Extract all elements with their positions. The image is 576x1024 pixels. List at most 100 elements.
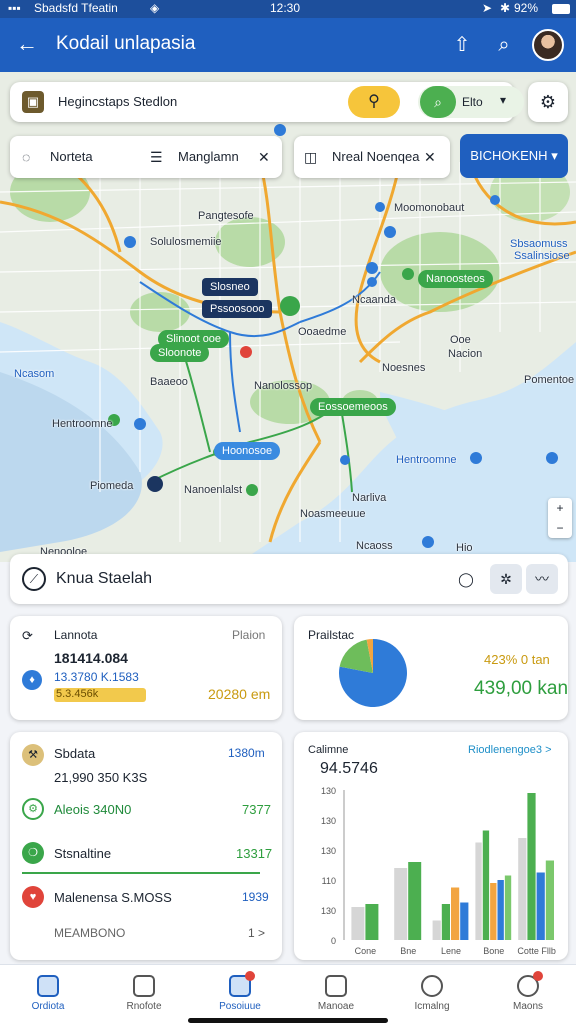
nav-positions[interactable]: Posoiuue	[192, 971, 288, 1019]
map-label: Ncaoss	[356, 540, 393, 552]
x-tick-label: Bne	[400, 946, 416, 956]
bar	[482, 830, 490, 940]
map-label: Hio	[456, 542, 473, 554]
nav-tracking[interactable]: Icmalng	[384, 971, 480, 1019]
stats-value-4: 20280 em	[208, 686, 271, 702]
bar	[545, 860, 554, 940]
back-arrow-icon[interactable]: ←	[12, 30, 42, 60]
list-item-value: 7377	[242, 802, 271, 817]
y-tick-label: 110	[322, 876, 336, 886]
map-label: Noasmeeuue	[300, 508, 366, 520]
chip-manglamn[interactable]: Manglamn	[178, 149, 239, 164]
notification-dot	[533, 971, 543, 981]
map-label: Hentroomne	[52, 418, 113, 430]
chip-nreal[interactable]: ◫ Nreal Noenqea ✕	[294, 136, 450, 178]
leaf-icon: ❍	[22, 842, 44, 864]
bar	[394, 868, 408, 940]
chip-group: ◌ Norteta ☰ Manglamn ✕	[10, 136, 282, 178]
nav-messages[interactable]: Maons	[480, 971, 576, 1019]
pie-card[interactable]: Prailstac 423% 0 tan 439,00 kan	[294, 616, 568, 720]
list-card: ⚒ Sbdata 1380m 21,990 350 K3S ⚙ Aleois 3…	[10, 732, 282, 960]
gear-icon: ⚙	[22, 798, 44, 820]
bar	[351, 907, 365, 940]
map-label: Noesnes	[382, 362, 426, 374]
share-icon[interactable]: ⇧	[448, 31, 476, 59]
list-item-label[interactable]: Malenensa S.MOSS	[54, 890, 172, 905]
zoom-control[interactable]: + −	[548, 498, 572, 538]
settings-button[interactable]: ⚙	[528, 82, 568, 122]
bluetooth-icon: ✱	[500, 1, 511, 15]
search-input[interactable]: Hegincstaps Stedlon	[58, 94, 177, 109]
map-label: Hentroomne	[396, 454, 457, 466]
map-marker-label[interactable]: Sloonote	[150, 344, 210, 362]
avatar[interactable]	[532, 29, 564, 61]
list-item-label[interactable]: Stsnaltine	[54, 846, 111, 861]
map-marker-label[interactable]: Pssoosooo	[202, 300, 273, 318]
go-label: Elto	[462, 95, 483, 109]
bar	[408, 862, 422, 940]
close-icon[interactable]: ✕	[424, 149, 436, 166]
map-marker-label[interactable]: Nanoosteos	[418, 270, 493, 288]
list-item-value[interactable]: 1 >	[248, 926, 265, 940]
close-icon[interactable]: ✕	[258, 149, 270, 166]
location-arrow-icon: ➤	[482, 1, 493, 15]
location-title: Knua Staelah	[56, 570, 153, 587]
map-marker-label[interactable]: Eossoemeoos	[310, 398, 396, 416]
nav-manage[interactable]: Manoae	[288, 971, 384, 1019]
y-tick-label: 130	[321, 906, 336, 916]
nav-home[interactable]: Ordiota	[0, 971, 96, 1019]
x-tick-label: Bone	[483, 946, 504, 956]
bar	[432, 920, 441, 940]
list-item-value: 13317	[236, 846, 273, 861]
settings-icon[interactable]: ✲	[490, 564, 522, 594]
clock-icon	[421, 975, 443, 997]
tag-icon: ◫	[304, 149, 318, 165]
bar	[460, 902, 469, 940]
list-item-label[interactable]: MEAMBONO	[54, 926, 125, 940]
map-label: Ncasom	[14, 368, 55, 380]
pie-total: 439,00 kan	[474, 678, 569, 699]
bar-chart: 0 130 110 130 130 130 Cone Bne Lene Bone Cotte Fll…	[321, 786, 556, 956]
nav-label: Ordiota	[31, 1001, 65, 1012]
map-label: Pangtesofe	[198, 210, 254, 222]
app-bar: ← Kodail unlapasia ⇧ ⌕	[0, 18, 576, 72]
chip-norteta[interactable]: Norteta	[50, 149, 93, 164]
notification-dot	[245, 971, 255, 981]
stats-card[interactable]: ⟳ Lannota Plaion 181414.084 ♦ 13.3780 K.…	[10, 616, 282, 720]
zoom-out-icon[interactable]: −	[548, 518, 572, 538]
directions-button[interactable]: BICHOKENH ▾	[460, 134, 568, 178]
map-marker-label[interactable]: Hoonosoe	[214, 442, 281, 460]
map-label: Narliva	[352, 492, 387, 504]
list-item-label[interactable]: Sbdata	[54, 746, 95, 761]
chip-label: Nreal Noenqea	[332, 149, 420, 164]
search-bar[interactable]: ▣ Hegincstaps Stedlon ⚲ ⌕ Elto ▾	[10, 82, 524, 122]
list-item-sub: 21,990 350 K3S	[54, 770, 148, 785]
status-bar: ▪▪▪ Sbadsfd Tfeatin ◈ 12:30 ➤ ✱ 92%	[0, 0, 576, 18]
zoom-in-icon[interactable]: +	[548, 498, 572, 518]
map-label: Ooe	[450, 334, 471, 346]
map-marker-label[interactable]: Slosneo	[202, 278, 258, 296]
signal-icon: ▪▪▪	[8, 1, 21, 15]
bar	[536, 872, 545, 940]
location-bar[interactable]: ⟋ Knua Staelah ◯ ✲ 〰	[10, 554, 568, 604]
nav-label: Rnofote	[126, 1001, 162, 1012]
trend-icon[interactable]: 〰	[526, 564, 558, 594]
bottom-nav: Ordiota Rnofote Posoiuue Manoae Icmalng …	[0, 964, 576, 1024]
map-label: Pomentoe	[524, 374, 575, 386]
search-icon[interactable]: ⌕	[490, 31, 518, 59]
list-item-label[interactable]: Aleois 340N0	[54, 802, 131, 817]
chart-card: Calimne Riodlenengoe3 > 94.5746 0 130 110 1…	[294, 732, 568, 960]
stats-value-2: 13.3780 K.1583	[54, 670, 139, 684]
map-label: Nanoenlalst	[184, 484, 243, 496]
nav-label: Manoae	[317, 1001, 355, 1012]
comment-icon[interactable]: ◯	[450, 564, 482, 594]
chart-link[interactable]: Riodlenengoe3 >	[468, 744, 552, 756]
map-label: Ncaanda	[352, 294, 397, 306]
go-button[interactable]: ⌕ Elto ▾	[418, 86, 524, 118]
filter-button[interactable]: ⚲	[348, 86, 400, 118]
nav-reports[interactable]: Rnofote	[96, 971, 192, 1019]
map-label: Nanolossop	[254, 380, 313, 392]
chat-icon	[517, 971, 543, 997]
stats-value: 181414.084	[54, 650, 128, 666]
drop-icon: ♦	[22, 670, 42, 690]
